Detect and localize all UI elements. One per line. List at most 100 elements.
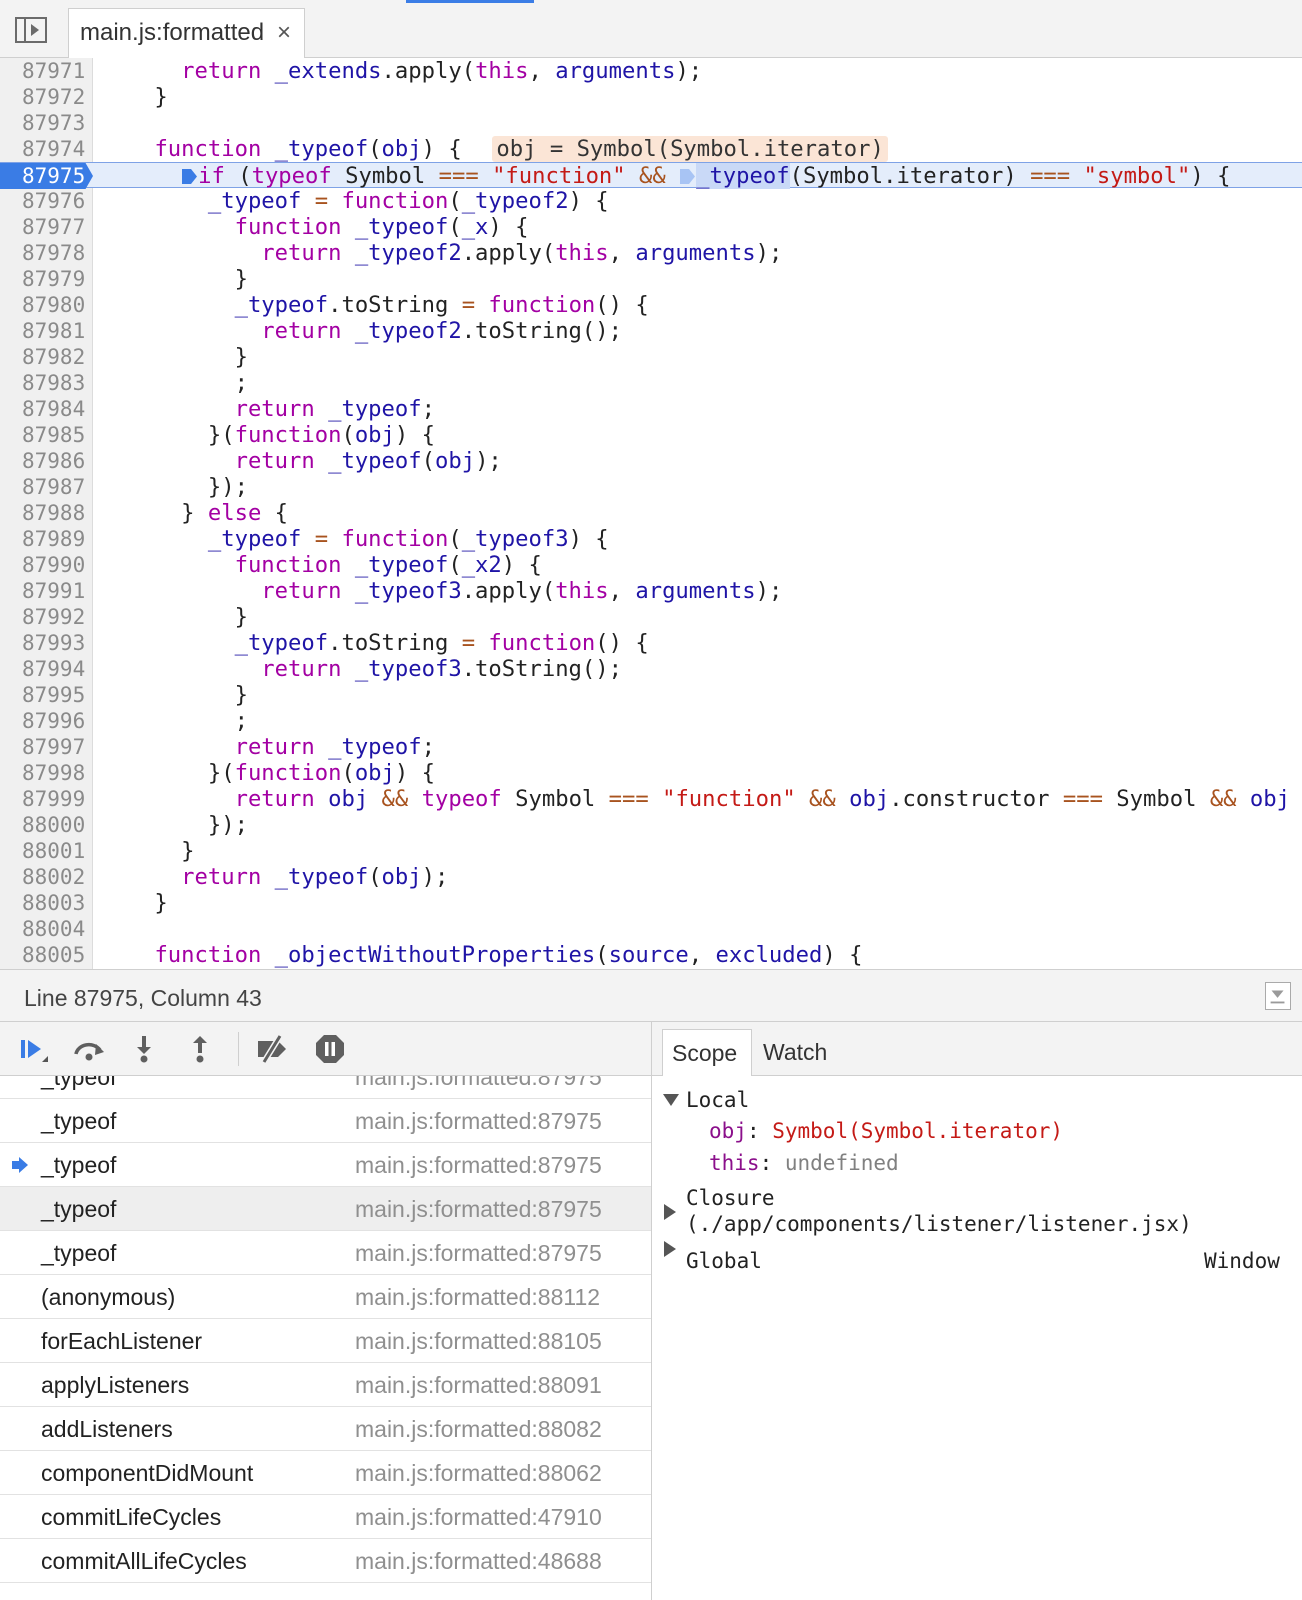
frame-location: main.js:formatted:88062 xyxy=(355,1460,602,1486)
line-number[interactable]: 87979 xyxy=(0,266,93,292)
line-number[interactable]: 87987 xyxy=(0,474,93,500)
close-icon[interactable]: × xyxy=(277,21,291,45)
cursor-position: Line 87975, Column 43 xyxy=(24,985,262,1011)
current-line-number[interactable]: 87975 xyxy=(0,163,93,189)
code-line: 87972 } xyxy=(0,84,1302,110)
frame-location: main.js:formatted:88105 xyxy=(355,1328,602,1354)
line-number[interactable]: 88004 xyxy=(0,916,93,942)
line-number[interactable]: 87977 xyxy=(0,214,93,240)
sidebar-toggle-icon[interactable] xyxy=(14,16,48,44)
active-panel-indicator xyxy=(406,0,534,3)
line-number[interactable]: 87981 xyxy=(0,318,93,344)
code-line: 87979 } xyxy=(0,266,1302,292)
code-text: }); xyxy=(101,474,248,500)
line-number[interactable]: 87973 xyxy=(0,110,93,136)
line-number[interactable]: 87972 xyxy=(0,84,93,110)
line-number[interactable]: 88002 xyxy=(0,864,93,890)
step-over-icon[interactable] xyxy=(72,1034,106,1064)
file-tab[interactable]: main.js:formatted × xyxy=(68,8,305,59)
continue-to-here-marker-icon[interactable] xyxy=(181,168,198,185)
line-number[interactable]: 87990 xyxy=(0,552,93,578)
code-text: return _typeof; xyxy=(234,396,435,422)
line-number[interactable]: 87994 xyxy=(0,656,93,682)
line-number[interactable]: 87999 xyxy=(0,786,93,812)
line-number[interactable]: 88005 xyxy=(0,942,93,968)
call-frame[interactable]: applyListeners main.js:formatted:88091 xyxy=(0,1363,652,1407)
line-number[interactable]: 87974 xyxy=(0,136,93,162)
pretty-print-icon[interactable] xyxy=(1265,982,1291,1010)
pause-on-exceptions-icon[interactable] xyxy=(313,1034,347,1064)
source-editor[interactable]: 87971 return _extends.apply(this, argume… xyxy=(0,58,1302,969)
line-number[interactable]: 87980 xyxy=(0,292,93,318)
line-number[interactable]: 87982 xyxy=(0,344,93,370)
code-text: }(function(obj) { xyxy=(101,422,435,448)
call-frame[interactable]: (anonymous) main.js:formatted:88112 xyxy=(0,1275,652,1319)
expand-triangle-icon[interactable] xyxy=(663,1094,679,1106)
call-frame-current[interactable]: _typeof main.js:formatted:87975 xyxy=(0,1143,652,1187)
property-value: Symbol(Symbol.iterator) xyxy=(772,1119,1064,1143)
collapse-triangle-icon[interactable] xyxy=(664,1241,676,1257)
call-frame-selected[interactable]: _typeof main.js:formatted:87975 xyxy=(0,1187,652,1231)
line-number[interactable]: 87971 xyxy=(0,58,93,84)
resume-icon[interactable] xyxy=(16,1034,50,1064)
code-text: } xyxy=(101,266,248,292)
line-number[interactable]: 87992 xyxy=(0,604,93,630)
line-number[interactable]: 87989 xyxy=(0,526,93,552)
line-number[interactable]: 87988 xyxy=(0,500,93,526)
scope-closure-header[interactable]: Closure xyxy=(686,1185,775,1211)
line-number[interactable]: 87986 xyxy=(0,448,93,474)
deactivate-breakpoints-icon[interactable] xyxy=(255,1034,289,1064)
tab-scope[interactable]: Scope xyxy=(662,1029,752,1076)
code-text: function _typeof(obj) { obj = Symbol(Sym… xyxy=(101,136,888,162)
code-line: 87992 } xyxy=(0,604,1302,630)
call-frame[interactable]: commitLifeCycles main.js:formatted:47910 xyxy=(0,1495,652,1539)
collapse-triangle-icon[interactable] xyxy=(664,1204,676,1220)
step-into-icon[interactable] xyxy=(127,1034,161,1064)
editor-status-bar: Line 87975, Column 43 xyxy=(0,969,1302,1022)
line-number[interactable]: 87991 xyxy=(0,578,93,604)
step-out-icon[interactable] xyxy=(183,1034,217,1064)
call-frame[interactable]: commitAllLifeCycles main.js:formatted:486… xyxy=(0,1539,652,1583)
code-text: return _typeof; xyxy=(234,734,435,760)
scope-global-value: Window xyxy=(1204,1249,1280,1273)
scope-property-obj: obj: Symbol(Symbol.iterator) xyxy=(709,1119,1064,1143)
call-frame[interactable]: _typeof main.js:formatted:87975 xyxy=(0,1099,652,1143)
scope-global-header[interactable]: Global xyxy=(686,1248,762,1274)
frame-location: main.js:formatted:88091 xyxy=(355,1372,602,1398)
line-number[interactable]: 87984 xyxy=(0,396,93,422)
call-frame[interactable]: componentDidMount main.js:formatted:88062 xyxy=(0,1451,652,1495)
scope-local-header[interactable]: Local xyxy=(686,1087,749,1113)
code-line: 87996 ; xyxy=(0,708,1302,734)
line-number[interactable]: 87978 xyxy=(0,240,93,266)
call-frame[interactable]: addListeners main.js:formatted:88082 xyxy=(0,1407,652,1451)
continue-to-here-marker-icon[interactable] xyxy=(679,168,696,185)
frame-function-name: (anonymous) xyxy=(41,1284,176,1310)
code-text: _typeof = function(_typeof3) { xyxy=(207,526,609,552)
line-number[interactable]: 87976 xyxy=(0,188,93,214)
tab-watch[interactable]: Watch xyxy=(754,1029,836,1076)
call-frame[interactable]: _typeof main.js:formatted:87975 xyxy=(0,1076,652,1099)
code-line: 87995 } xyxy=(0,682,1302,708)
line-number[interactable]: 87993 xyxy=(0,630,93,656)
inline-variable-value: obj = Symbol(Symbol.iterator) xyxy=(492,136,888,162)
line-number[interactable]: 87998 xyxy=(0,760,93,786)
line-number[interactable]: 87983 xyxy=(0,370,93,396)
code-text: if (typeof Symbol === "function" && _typ… xyxy=(101,163,1230,189)
frame-location: main.js:formatted:87975 xyxy=(355,1108,602,1134)
code-text: } xyxy=(101,838,195,864)
line-number[interactable]: 88003 xyxy=(0,890,93,916)
line-number[interactable]: 87995 xyxy=(0,682,93,708)
code-line: 87980 _typeof.toString = function() { xyxy=(0,292,1302,318)
line-number[interactable]: 87997 xyxy=(0,734,93,760)
code-line: 88003 } xyxy=(0,890,1302,916)
frame-function-name: _typeof xyxy=(41,1152,117,1178)
property-name: obj xyxy=(709,1119,747,1143)
line-number[interactable]: 88001 xyxy=(0,838,93,864)
frame-function-name: componentDidMount xyxy=(41,1460,254,1486)
line-number[interactable]: 88000 xyxy=(0,812,93,838)
call-frame[interactable]: forEachListener main.js:formatted:88105 xyxy=(0,1319,652,1363)
call-frame[interactable]: _typeof main.js:formatted:87975 xyxy=(0,1231,652,1275)
line-number[interactable]: 87985 xyxy=(0,422,93,448)
line-number[interactable]: 87996 xyxy=(0,708,93,734)
code-text: return _extends.apply(this, arguments); xyxy=(181,58,703,84)
